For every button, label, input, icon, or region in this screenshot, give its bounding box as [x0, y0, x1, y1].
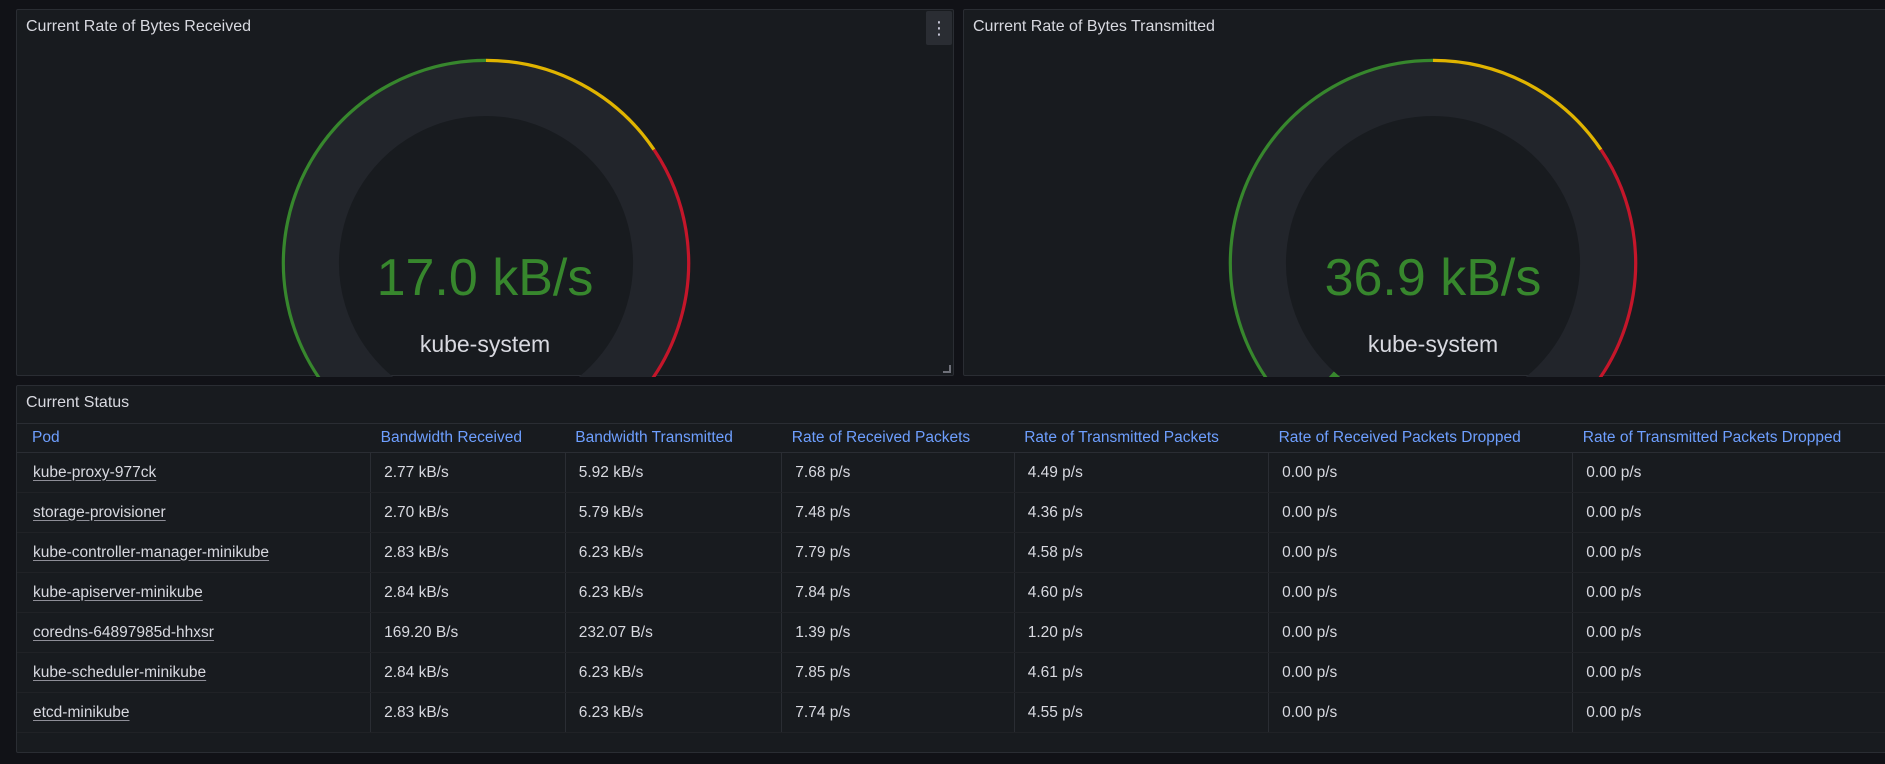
table-body: kube-proxy-977ck 2.77 kB/s 5.92 kB/s 7.68 p…: [17, 452, 1885, 733]
table-cell: 2.84 kB/s: [370, 652, 566, 693]
table-cell: 5.79 kB/s: [565, 492, 783, 533]
gauge-transmitted: [1228, 58, 1638, 377]
column-header-bandwidth-transmitted[interactable]: Bandwidth Transmitted: [565, 423, 782, 453]
column-header-rate-of-received-packets[interactable]: Rate of Received Packets: [781, 423, 1015, 453]
pod-cell: etcd-minikube: [17, 692, 372, 733]
pod-link[interactable]: coredns-64897985d-hhxsr: [33, 624, 214, 641]
pod-cell: coredns-64897985d-hhxsr: [17, 612, 372, 653]
table-cell: 0.00 p/s: [1268, 532, 1574, 573]
table-row: coredns-64897985d-hhxsr 169.20 B/s 232.07 …: [17, 612, 1885, 653]
table-cell: 4.49 p/s: [1014, 452, 1270, 493]
table-cell: 1.39 p/s: [781, 612, 1015, 653]
pod-link[interactable]: etcd-minikube: [33, 704, 130, 721]
pod-cell: kube-proxy-977ck: [17, 452, 372, 493]
table-cell: 4.60 p/s: [1014, 572, 1270, 613]
table-cell: 5.92 kB/s: [565, 452, 783, 493]
table-cell: 232.07 B/s: [565, 612, 783, 653]
gauge-value: 36.9 kB/s: [1324, 249, 1542, 307]
table-cell: 0.00 p/s: [1268, 652, 1574, 693]
table-cell: 0.00 p/s: [1268, 572, 1574, 613]
status-table-wrapper: Pod Bandwidth Received Bandwidth Transmitt…: [17, 423, 1885, 733]
table-cell: 0.00 p/s: [1572, 612, 1885, 653]
table-cell: 0.00 p/s: [1572, 652, 1885, 693]
table-cell: 2.83 kB/s: [370, 532, 566, 573]
table-cell: 0.00 p/s: [1268, 452, 1574, 493]
table-cell: 7.68 p/s: [781, 452, 1015, 493]
table-cell: 2.83 kB/s: [370, 692, 566, 733]
table-cell: 0.00 p/s: [1268, 692, 1574, 733]
column-header-rate-of-transmitted-packets[interactable]: Rate of Transmitted Packets: [1014, 423, 1269, 453]
table-cell: 2.77 kB/s: [370, 452, 566, 493]
pod-link[interactable]: kube-apiserver-minikube: [33, 584, 203, 601]
table-row: kube-controller-manager-minikube 2.83 kB/…: [17, 532, 1885, 573]
pod-link[interactable]: kube-controller-manager-minikube: [33, 544, 269, 561]
column-header-rate-of-received-packets-dropped[interactable]: Rate of Received Packets Dropped: [1268, 423, 1573, 453]
table-cell: 7.48 p/s: [781, 492, 1015, 533]
column-header-pod[interactable]: Pod: [17, 423, 371, 453]
pod-cell: kube-apiserver-minikube: [17, 572, 372, 613]
panel-title: Current Status: [26, 394, 130, 411]
column-header-rate-of-transmitted-packets-dropped[interactable]: Rate of Transmitted Packets Dropped: [1572, 423, 1885, 453]
table-row: etcd-minikube 2.83 kB/s 6.23 kB/s 7.74 p/s 4…: [17, 692, 1885, 733]
table-cell: 7.79 p/s: [781, 532, 1015, 573]
column-header-bandwidth-received[interactable]: Bandwidth Received: [370, 423, 566, 453]
table-cell: 169.20 B/s: [370, 612, 566, 653]
table-cell: 6.23 kB/s: [565, 532, 783, 573]
pod-link[interactable]: kube-proxy-977ck: [33, 464, 156, 481]
table-row: kube-proxy-977ck 2.77 kB/s 5.92 kB/s 7.68 p…: [17, 452, 1885, 493]
gauge-panel-bytes-received: Current Rate of Bytes Received ⋮ 17.0 kB…: [16, 9, 954, 377]
table-row: storage-provisioner 2.70 kB/s 5.79 kB/s 7.4…: [17, 492, 1885, 533]
table-row: kube-apiserver-minikube 2.84 kB/s 6.23 kB/…: [17, 572, 1885, 613]
status-table-panel: Current Status Pod Bandwidth Received Band…: [16, 385, 1885, 753]
table-cell: 4.36 p/s: [1014, 492, 1270, 533]
status-table: Pod Bandwidth Received Bandwidth Transmitt…: [17, 423, 1885, 733]
table-cell: 6.23 kB/s: [565, 652, 783, 693]
table-cell: 0.00 p/s: [1572, 692, 1885, 733]
table-cell: 7.85 p/s: [781, 652, 1015, 693]
table-cell: 6.23 kB/s: [565, 692, 783, 733]
table-cell: 0.00 p/s: [1572, 532, 1885, 573]
resize-handle[interactable]: [943, 365, 951, 373]
table-cell: 0.00 p/s: [1268, 492, 1574, 533]
pod-cell: kube-controller-manager-minikube: [17, 532, 372, 573]
table-cell: 0.00 p/s: [1572, 492, 1885, 533]
table-cell: 0.00 p/s: [1268, 612, 1574, 653]
gauge-panel-bytes-transmitted: Current Rate of Bytes Transmitted 36.9 k…: [963, 9, 1885, 377]
gauge-value: 17.0 kB/s: [376, 249, 594, 307]
table-cell: 0.00 p/s: [1572, 572, 1885, 613]
table-cell: 4.58 p/s: [1014, 532, 1270, 573]
table-cell: 0.00 p/s: [1572, 452, 1885, 493]
pod-link[interactable]: kube-scheduler-minikube: [33, 664, 206, 681]
table-cell: 7.74 p/s: [781, 692, 1015, 733]
table-cell: 2.84 kB/s: [370, 572, 566, 613]
gauge-received: [281, 58, 691, 377]
table-cell: 4.55 p/s: [1014, 692, 1270, 733]
table-cell: 4.61 p/s: [1014, 652, 1270, 693]
table-header-row: Pod Bandwidth Received Bandwidth Transmitt…: [17, 423, 1885, 453]
table-cell: 7.84 p/s: [781, 572, 1015, 613]
table-row: kube-scheduler-minikube 2.84 kB/s 6.23 kB/…: [17, 652, 1885, 693]
pod-cell: storage-provisioner: [17, 492, 372, 533]
table-cell: 1.20 p/s: [1014, 612, 1270, 653]
gauge-label: kube-system: [419, 331, 551, 357]
gauge-label: kube-system: [1367, 331, 1499, 357]
table-cell: 2.70 kB/s: [370, 492, 566, 533]
table-cell: 6.23 kB/s: [565, 572, 783, 613]
pod-link[interactable]: storage-provisioner: [33, 504, 166, 521]
pod-cell: kube-scheduler-minikube: [17, 652, 372, 693]
